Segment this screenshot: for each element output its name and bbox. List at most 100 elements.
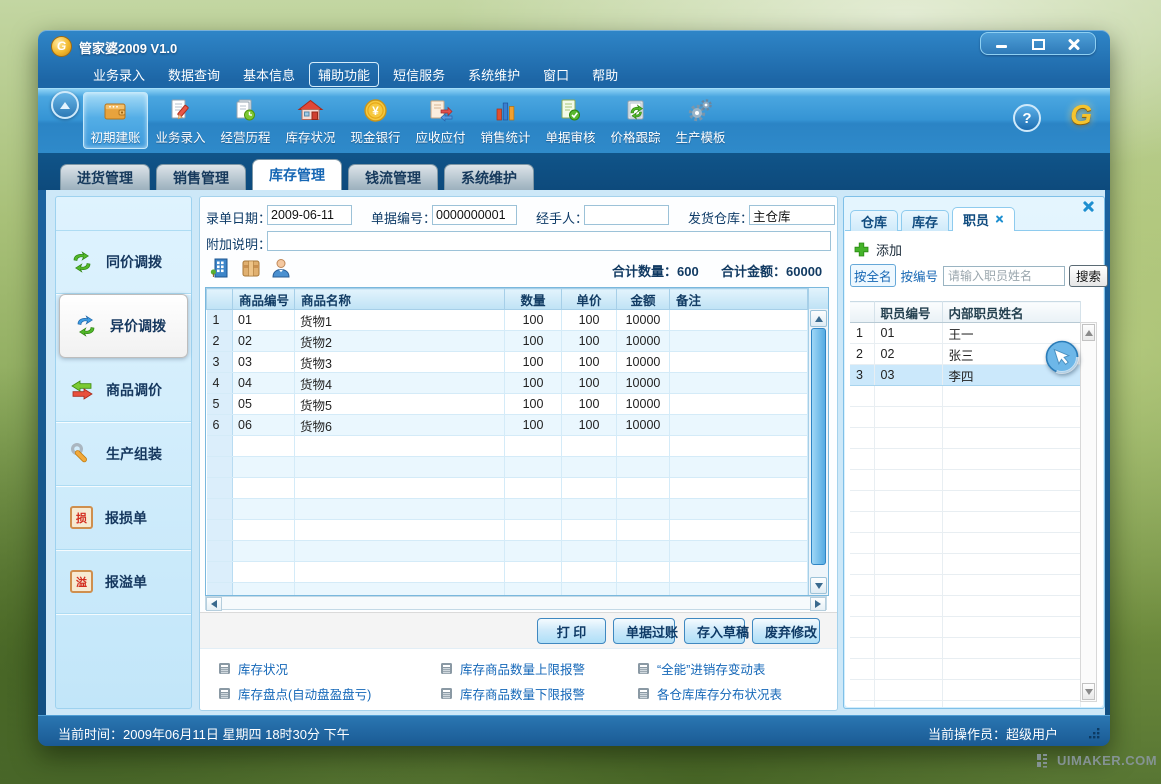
toolbar-production-template-button[interactable]: 生产模板 [668,92,733,149]
menu-item-system-maintain[interactable]: 系统维护 [459,62,529,87]
sidebar-item-label: 异价调拨 [110,316,166,336]
table-row[interactable]: 101货物110010010000 [207,310,808,331]
sidebar-item-overflow-report[interactable]: 溢 报溢单 [56,550,191,614]
tab-warehouse[interactable]: 仓库 [850,210,898,231]
mouse-cursor-icon [1044,339,1080,375]
sidebar-item-label: 同价调拨 [106,252,162,272]
scroll-up-icon[interactable] [810,310,827,327]
sidebar-item-production-assembly[interactable]: 生产组装 [56,422,191,486]
scroll-left-icon[interactable] [206,597,222,611]
items-vertical-scrollbar[interactable] [808,309,828,595]
toolbar-sales-stats-button[interactable]: 销售统计 [473,92,538,149]
staff-vertical-scrollbar[interactable] [1080,322,1097,702]
scrollbar-thumb[interactable] [811,328,826,565]
toolbar-initial-setup-button[interactable]: 初期建账 [83,92,148,149]
menu-item-sms-service[interactable]: 短信服务 [384,62,454,87]
link-inventory-status[interactable]: 库存状况 [218,659,288,678]
warehouse-input[interactable] [749,205,835,225]
link-omni-flow-report[interactable]: “全能”进销存变动表 [637,659,765,678]
menu-item-aux-functions[interactable]: 辅助功能 [309,62,379,87]
tab-system-maintain[interactable]: 系统维护 [444,164,534,190]
resize-grip[interactable] [1088,727,1101,740]
toolbar-cash-bank-button[interactable]: ¥ 现金银行 [343,92,408,149]
menu-item-basic-info[interactable]: 基本信息 [234,62,304,87]
scroll-down-icon[interactable] [1082,683,1095,700]
toolbar-price-tracking-button[interactable]: 价格跟踪 [603,92,668,149]
add-staff-button[interactable]: 添加 [854,240,902,259]
toolbar-button-label: 应收应付 [415,127,465,146]
link-label: 各仓库库存分布状况表 [657,684,782,703]
tab-stock[interactable]: 库存 [901,210,949,231]
tab-staff[interactable]: 职员 [952,207,1015,231]
sidebar-item-price-adjust[interactable]: 商品调价 [56,358,191,422]
tab-cashflow-mgmt[interactable]: 钱流管理 [348,164,438,190]
col-item-name: 商品名称 [295,289,505,310]
sidebar-item-diff-price-transfer[interactable]: 异价调拨 [59,294,188,358]
sidebar-item-label: 商品调价 [106,380,162,400]
help-icon[interactable]: ? [1013,104,1041,132]
link-stocktake[interactable]: 库存盘点(自动盘盈盘亏) [218,684,371,703]
menu-item-window[interactable]: 窗口 [534,62,578,87]
package-icon[interactable] [240,257,262,279]
tab-sales-mgmt[interactable]: 销售管理 [156,164,246,190]
table-row[interactable]: 303货物310010010000 [207,352,808,373]
menu-item-data-query[interactable]: 数据查询 [159,62,229,87]
note-input[interactable] [267,231,831,251]
link-label: 库存商品数量上限报警 [460,659,585,678]
window-controls [980,32,1096,55]
scroll-down-icon[interactable] [810,577,827,594]
tab-purchase-mgmt[interactable]: 进货管理 [60,164,150,190]
doc-number-input[interactable] [432,205,517,225]
sidebar-item-label: 生产组装 [106,444,162,464]
table-row[interactable]: 505货物510010010000 [207,394,808,415]
post-document-button[interactable]: 单据过账 [613,618,675,644]
link-qty-upper-alert[interactable]: 库存商品数量上限报警 [440,659,585,678]
sidebar-item-same-price-transfer[interactable]: 同价调拨 [56,230,191,294]
save-draft-button[interactable]: 存入草稿 [684,618,745,644]
toolbar-inventory-status-button[interactable]: 库存状况 [278,92,343,149]
toolbar-button-label: 单据审核 [545,127,595,146]
search-button[interactable]: 搜索 [1069,265,1108,287]
table-row-empty [850,512,1080,533]
close-icon[interactable] [1065,37,1083,51]
toolbar-history-button[interactable]: 经营历程 [213,92,278,149]
tab-label: 库存 [912,212,938,231]
building-icon[interactable] [210,257,232,279]
items-horizontal-scrollbar[interactable] [205,596,827,610]
window-title: 管家婆2009 V1.0 [79,38,177,57]
minimize-icon[interactable] [993,37,1011,51]
panel-close-icon[interactable] [1082,200,1095,213]
menu-item-help[interactable]: 帮助 [583,62,627,87]
table-row[interactable]: 404货物410010010000 [207,373,808,394]
maximize-icon[interactable] [1029,37,1047,51]
collapse-toolbar-button[interactable] [51,91,79,119]
discard-changes-button[interactable]: 废弃修改 [752,618,820,644]
menu-item-business-entry[interactable]: 业务录入 [84,62,154,87]
table-row[interactable]: 202货物210010010000 [207,331,808,352]
table-row-empty [850,617,1080,638]
status-bar: 当前时间：2009年06月11日 星期四 18时30分 下午 当前操作员：超级用… [38,715,1110,746]
staff-search-input[interactable] [943,266,1065,286]
handler-input[interactable] [584,205,669,225]
table-row[interactable]: 606货物610010010000 [207,415,808,436]
tab-label: 仓库 [861,212,887,231]
filter-by-code[interactable]: 按编号 [900,265,940,286]
filter-by-name[interactable]: 按全名 [850,264,896,287]
toolbar-doc-review-button[interactable]: 单据审核 [538,92,603,149]
person-icon[interactable] [270,257,292,279]
toolbar-business-entry-button[interactable]: 业务录入 [148,92,213,149]
scroll-up-icon[interactable] [1082,324,1095,341]
tab-inventory-mgmt[interactable]: 库存管理 [252,159,342,190]
table-row-empty [850,491,1080,512]
col-row-number [207,289,233,310]
toolbar: 初期建账 业务录入 经营历程 库存状况 ¥ 现金银行 [38,88,1110,154]
date-input[interactable] [267,205,352,225]
scroll-right-icon[interactable] [810,597,826,611]
sidebar-item-loss-report[interactable]: 损 报损单 [56,486,191,550]
link-warehouse-distribution[interactable]: 各仓库库存分布状况表 [637,684,782,703]
print-button[interactable]: 打 印 [537,618,606,644]
toolbar-receivable-payable-button[interactable]: 应收应付 [408,92,473,149]
link-qty-lower-alert[interactable]: 库存商品数量下限报警 [440,684,585,703]
tab-close-icon[interactable] [995,215,1004,224]
title-bar: G 管家婆2009 V1.0 [38,30,1110,60]
